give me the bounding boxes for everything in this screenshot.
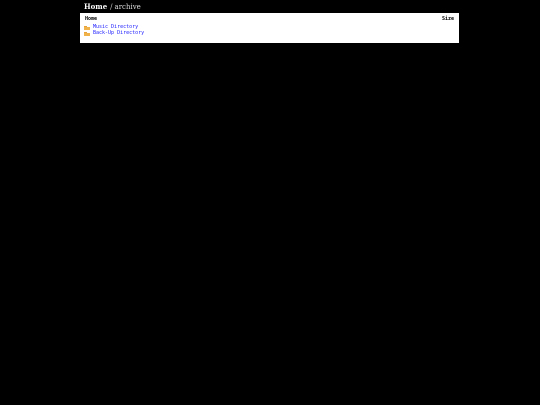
breadcrumb-home-link[interactable]: Home — [84, 2, 107, 11]
column-header-size[interactable]: Size — [442, 16, 454, 23]
list-item-backup-directory[interactable]: Back-Up Directory — [84, 30, 144, 37]
folder-icon — [84, 25, 90, 30]
breadcrumb-separator: / — [110, 3, 113, 11]
directory-listing-panel: Home Size Music Directory Back-Up Direct… — [80, 13, 459, 43]
folder-icon — [84, 31, 90, 36]
backup-directory-link[interactable]: Back-Up Directory — [93, 30, 144, 37]
column-header-name[interactable]: Home — [85, 16, 97, 23]
breadcrumb: Home / archive — [84, 2, 141, 12]
breadcrumb-current: archive — [114, 3, 141, 11]
